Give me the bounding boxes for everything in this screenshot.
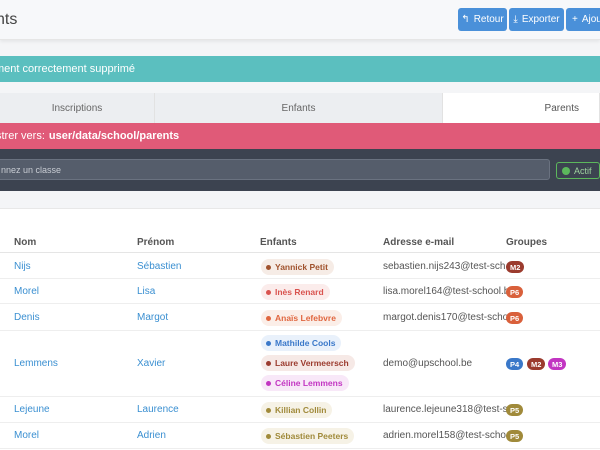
success-alert: ment correctement supprimé bbox=[0, 56, 600, 82]
child-name: Céline Lemmens bbox=[275, 378, 343, 388]
table-row[interactable]: Lemmens Xavier demo@upschool.be Mathilde Co… bbox=[0, 331, 600, 397]
tab-enfants-label: Enfants bbox=[281, 102, 316, 114]
child-badge[interactable]: Inès Renard bbox=[261, 284, 330, 300]
child-name: Inès Renard bbox=[275, 287, 324, 297]
parent-last-name[interactable]: Denis bbox=[14, 312, 40, 323]
top-bar: nts ↰ Retour ⤓ Exporter + Ajou bbox=[0, 0, 600, 40]
header-nom[interactable]: Nom bbox=[14, 237, 36, 248]
tab-inscriptions[interactable]: Inscriptions bbox=[0, 93, 155, 123]
parent-first-name[interactable]: Laurence bbox=[137, 404, 179, 415]
tab-bar: Inscriptions Enfants Parents bbox=[0, 93, 600, 123]
child-dot-icon bbox=[266, 360, 271, 366]
child-badge[interactable]: Killian Collin bbox=[261, 402, 333, 418]
parent-email: adrien.morel158@test-scho… bbox=[383, 430, 516, 441]
header-groupes[interactable]: Groupes bbox=[506, 237, 547, 248]
child-dot-icon bbox=[266, 264, 271, 270]
group-badge: P6 bbox=[506, 286, 524, 298]
tab-parents-label: Parents bbox=[544, 102, 579, 114]
register-path: user/data/school/parents bbox=[48, 130, 180, 142]
status-dot-icon bbox=[562, 166, 570, 175]
group-badge: P4 bbox=[506, 358, 524, 370]
header-prenom[interactable]: Prénom bbox=[137, 237, 174, 248]
group-badge: P6 bbox=[506, 312, 524, 324]
group-badge: M2 bbox=[527, 358, 546, 370]
page-title: nts bbox=[0, 11, 18, 28]
group-badge: M2 bbox=[506, 261, 525, 273]
child-badge[interactable]: Mathilde Cools bbox=[261, 335, 342, 351]
group-badge: M3 bbox=[548, 358, 567, 370]
parent-last-name[interactable]: Nijs bbox=[14, 261, 31, 272]
parent-email: sebastien.nijs243@test-sch… bbox=[383, 261, 516, 272]
table-row[interactable]: Morel Lisa lisa.morel164@test-school.be Inè… bbox=[0, 279, 600, 304]
export-button-label: Exporter bbox=[521, 14, 560, 25]
child-badge[interactable]: Laure Vermeersch bbox=[261, 355, 355, 371]
actif-toggle[interactable]: Actif bbox=[556, 162, 600, 179]
reply-icon: ↰ bbox=[461, 13, 470, 25]
parents-table-card: Nom Prénom Enfants Adresse e-mail Groupe… bbox=[0, 208, 600, 450]
child-name: Killian Collin bbox=[275, 405, 327, 415]
parent-email: lisa.morel164@test-school.be bbox=[383, 286, 515, 297]
parent-email: margot.denis170@test-scho… bbox=[383, 312, 519, 323]
tab-parents[interactable]: Parents bbox=[443, 93, 600, 123]
add-button[interactable]: + Ajou bbox=[566, 8, 600, 31]
tab-enfants[interactable]: Enfants bbox=[155, 93, 443, 123]
parent-last-name[interactable]: Lemmens bbox=[14, 358, 58, 369]
table-row[interactable]: Denis Margot margot.denis170@test-scho… Ana… bbox=[0, 304, 600, 331]
plus-icon: + bbox=[572, 13, 578, 25]
back-button[interactable]: ↰ Retour bbox=[458, 8, 507, 31]
parent-last-name[interactable]: Lejeune bbox=[14, 404, 50, 415]
child-name: Anaïs Lefebvre bbox=[275, 313, 336, 323]
register-bar: strer vers: user/data/school/parents bbox=[0, 123, 600, 149]
table-row[interactable]: Nijs Sébastien sebastien.nijs243@test-sch…… bbox=[0, 254, 600, 279]
child-dot-icon bbox=[266, 433, 271, 439]
parent-first-name[interactable]: Margot bbox=[137, 312, 168, 323]
add-button-label: Ajou bbox=[581, 14, 600, 25]
parent-last-name[interactable]: Morel bbox=[14, 430, 39, 441]
parent-email: laurence.lejeune318@test-s… bbox=[383, 404, 518, 415]
child-badge[interactable]: Céline Lemmens bbox=[261, 375, 349, 391]
parent-first-name[interactable]: Lisa bbox=[137, 286, 155, 297]
child-dot-icon bbox=[266, 289, 271, 295]
child-name: Laure Vermeersch bbox=[275, 358, 349, 368]
group-badge: P5 bbox=[506, 404, 524, 416]
actif-label: Actif bbox=[574, 165, 592, 176]
alert-text: ment correctement supprimé bbox=[0, 63, 135, 75]
child-name: Sébastien Peeters bbox=[275, 431, 349, 441]
child-badge[interactable]: Anaïs Lefebvre bbox=[261, 310, 342, 326]
tab-inscriptions-label: Inscriptions bbox=[51, 102, 103, 114]
header-enfants[interactable]: Enfants bbox=[260, 237, 297, 248]
header-email[interactable]: Adresse e-mail bbox=[383, 237, 454, 248]
parent-first-name[interactable]: Sébastien bbox=[137, 261, 181, 272]
child-dot-icon bbox=[266, 340, 271, 346]
child-dot-icon bbox=[266, 407, 271, 413]
table-row[interactable]: Lejeune Laurence laurence.lejeune318@test-… bbox=[0, 397, 600, 423]
class-filter-input[interactable] bbox=[0, 159, 550, 180]
download-icon: ⤓ bbox=[513, 13, 518, 25]
parent-first-name[interactable]: Xavier bbox=[137, 358, 165, 369]
back-button-label: Retour bbox=[473, 14, 504, 25]
register-prefix: strer vers: bbox=[0, 130, 45, 142]
child-dot-icon bbox=[266, 315, 271, 321]
child-name: Mathilde Cools bbox=[275, 338, 336, 348]
parent-last-name[interactable]: Morel bbox=[14, 286, 39, 297]
filter-bar bbox=[0, 149, 600, 191]
parent-email: demo@upschool.be bbox=[383, 358, 473, 369]
parent-first-name[interactable]: Adrien bbox=[137, 430, 166, 441]
child-badge[interactable]: Sébastien Peeters bbox=[261, 428, 355, 444]
child-badge[interactable]: Yannick Petit bbox=[261, 259, 334, 275]
group-badge: P5 bbox=[506, 430, 524, 442]
child-name: Yannick Petit bbox=[275, 262, 328, 272]
table-row[interactable]: Morel Adrien adrien.morel158@test-scho… Séb… bbox=[0, 423, 600, 449]
export-button[interactable]: ⤓ Exporter bbox=[509, 8, 564, 31]
child-dot-icon bbox=[266, 380, 271, 386]
table-header: Nom Prénom Enfants Adresse e-mail Groupe… bbox=[0, 235, 600, 253]
